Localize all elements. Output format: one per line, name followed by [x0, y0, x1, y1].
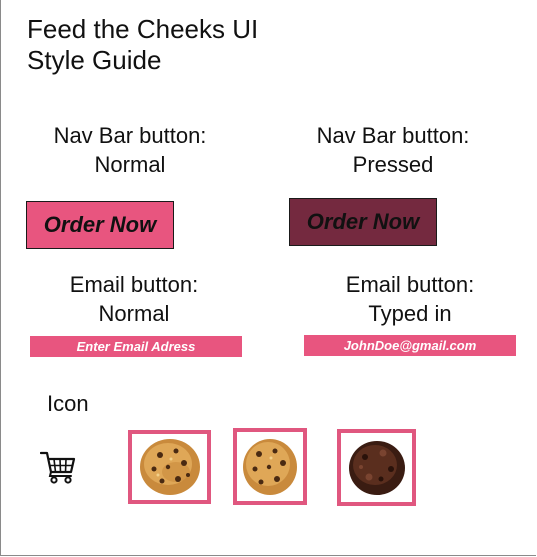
email-typed-label-line2: Typed in	[368, 301, 452, 326]
cookie-thumbnail-1[interactable]	[128, 430, 211, 504]
shopping-cart-icon[interactable]	[40, 450, 76, 484]
chocolate-cookie-icon	[348, 440, 405, 495]
nav-pressed-label-line1: Nav Bar button:	[316, 123, 470, 148]
nav-normal-label-line1: Nav Bar button:	[53, 123, 207, 148]
page-title-line2: Style Guide	[27, 45, 162, 75]
cookie-thumbnail-3[interactable]	[337, 429, 416, 506]
email-input-normal[interactable]	[30, 336, 242, 357]
email-normal-label-line2: Normal	[98, 301, 170, 326]
nav-normal-label-line2: Normal	[94, 152, 166, 177]
order-now-button-normal[interactable]: Order Now	[26, 201, 174, 249]
email-normal-label: Email button: Normal	[34, 270, 234, 328]
icon-section-label: Icon	[47, 391, 89, 416]
nav-pressed-label-line2: Pressed	[352, 152, 434, 177]
page-title: Feed the Cheeks UI Style Guide	[27, 14, 327, 76]
cookie-icon	[243, 438, 297, 495]
email-typed-label: Email button: Typed in	[310, 270, 510, 328]
page-title-line1: Feed the Cheeks UI	[27, 14, 259, 44]
cookie-thumbnail-2[interactable]	[233, 428, 307, 505]
email-normal-label-line1: Email button:	[69, 272, 199, 297]
email-input-typed[interactable]	[304, 335, 516, 356]
nav-pressed-label: Nav Bar button: Pressed	[293, 121, 493, 179]
email-typed-label-line1: Email button:	[345, 272, 475, 297]
order-now-button-pressed[interactable]: Order Now	[289, 198, 437, 246]
cookie-icon	[139, 439, 200, 495]
nav-normal-label: Nav Bar button: Normal	[30, 121, 230, 179]
